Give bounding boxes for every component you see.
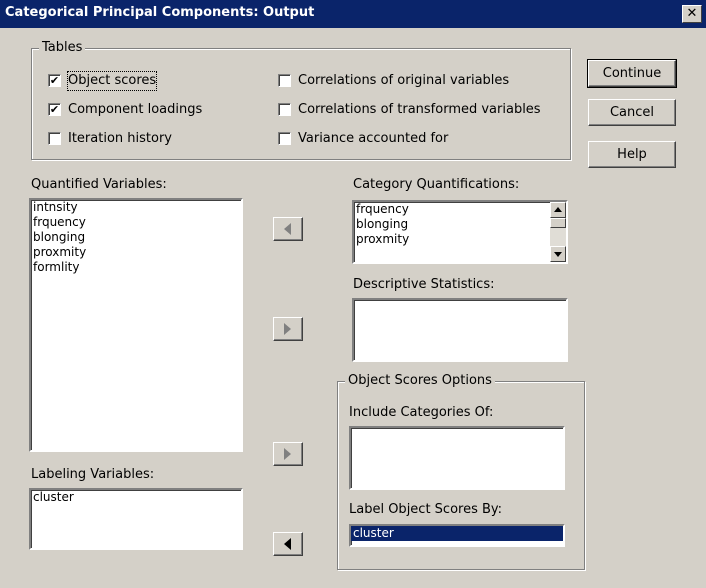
list-item[interactable]: blonging <box>31 230 241 245</box>
cancel-button[interactable]: Cancel <box>588 99 676 126</box>
descriptive-statistics-list[interactable] <box>352 298 568 362</box>
variance-accounted-label: Variance accounted for <box>298 131 449 146</box>
checkbox-box[interactable]: ✔ <box>48 74 61 87</box>
dialog-window: Categorical Principal Components: Output… <box>0 0 706 588</box>
category-quantifications-list[interactable]: frquency blonging proxmity <box>352 200 568 264</box>
list-item[interactable]: formlity <box>31 260 241 275</box>
right-arrow-icon <box>284 448 291 460</box>
component-loadings-label: Component loadings <box>68 102 203 117</box>
correlations-original-label: Correlations of original variables <box>298 73 510 88</box>
scroll-up-button[interactable] <box>550 202 566 218</box>
object-scores-options-label: Object Scores Options <box>345 373 495 388</box>
list-item[interactable]: proxmity <box>31 245 241 260</box>
window-title: Categorical Principal Components: Output <box>5 5 315 20</box>
quantified-variables-list[interactable]: intnsity frquency blonging proxmity form… <box>29 198 243 452</box>
right-arrow-icon <box>284 323 291 335</box>
move-right-button-include[interactable] <box>273 442 303 466</box>
continue-button[interactable]: Continue <box>587 59 677 88</box>
help-button[interactable]: Help <box>588 141 676 168</box>
label-object-scores-list[interactable]: cluster <box>349 524 565 547</box>
checkbox-box[interactable] <box>278 132 291 145</box>
move-left-button-label-by[interactable] <box>273 532 303 556</box>
iteration-history-label: Iteration history <box>68 131 172 146</box>
vertical-scrollbar[interactable] <box>550 202 566 262</box>
list-item[interactable]: proxmity <box>354 232 566 247</box>
quantified-variables-label: Quantified Variables: <box>31 177 167 192</box>
list-item[interactable]: intnsity <box>31 200 241 215</box>
move-left-button-disabled[interactable] <box>273 217 303 241</box>
label-by-label: Label Object Scores By: <box>349 502 503 517</box>
close-button[interactable]: ✕ <box>682 5 702 23</box>
include-categories-label: Include Categories Of: <box>349 405 494 420</box>
checkbox-box[interactable] <box>278 103 291 116</box>
checkbox-box[interactable] <box>278 74 291 87</box>
labeling-variables-list[interactable]: cluster <box>29 488 243 550</box>
up-arrow-icon <box>554 207 562 212</box>
include-categories-list[interactable] <box>349 426 565 490</box>
tables-group-label: Tables <box>39 40 86 55</box>
correlations-transformed-label: Correlations of transformed variables <box>298 102 541 117</box>
left-arrow-icon <box>284 223 291 235</box>
list-item[interactable]: cluster <box>31 490 241 505</box>
checkbox-box[interactable] <box>48 132 61 145</box>
list-item-selected[interactable]: cluster <box>351 526 563 541</box>
list-item[interactable]: frquency <box>354 202 566 217</box>
left-arrow-icon <box>284 538 291 550</box>
scroll-down-button[interactable] <box>550 246 566 262</box>
descriptive-statistics-label: Descriptive Statistics: <box>353 277 495 292</box>
move-right-button-disabled[interactable] <box>273 317 303 341</box>
list-item[interactable]: blonging <box>354 217 566 232</box>
check-icon: ✔ <box>49 74 60 87</box>
labeling-variables-label: Labeling Variables: <box>31 467 155 482</box>
object-scores-label: Object scores <box>66 71 158 91</box>
check-icon: ✔ <box>49 103 60 116</box>
category-quantifications-label: Category Quantifications: <box>353 177 520 192</box>
list-item[interactable]: frquency <box>31 215 241 230</box>
close-icon: ✕ <box>686 6 698 21</box>
scroll-thumb[interactable] <box>550 218 566 228</box>
down-arrow-icon <box>554 252 562 257</box>
title-bar[interactable]: Categorical Principal Components: Output… <box>0 0 706 28</box>
checkbox-box[interactable]: ✔ <box>48 103 61 116</box>
